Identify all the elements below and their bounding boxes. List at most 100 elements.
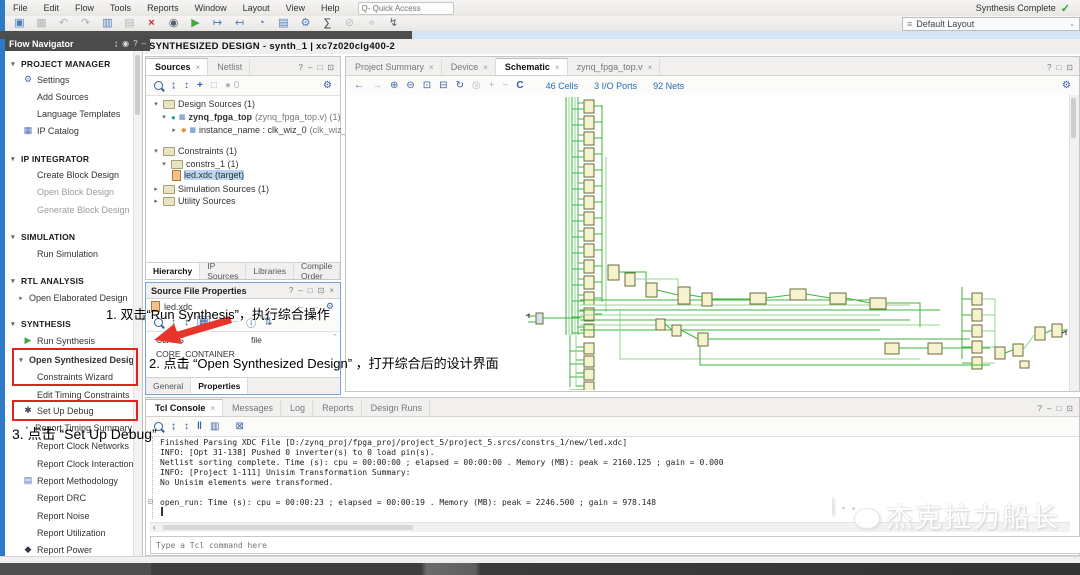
menu-reports[interactable]: Reports (139, 3, 187, 13)
quick-access-input[interactable] (358, 2, 454, 15)
nav-section-ip-integrator[interactable]: ▾ IP INTEGRATOR (5, 152, 137, 165)
zoom-selection-icon[interactable]: ⊟ (439, 80, 447, 91)
menu-layout[interactable]: Layout (235, 3, 278, 13)
redo-icon[interactable]: ↷ (79, 17, 92, 30)
tab-ip-sources[interactable]: IP Sources (200, 263, 246, 279)
tab-hierarchy[interactable]: Hierarchy (146, 263, 200, 279)
timer-icon[interactable]: ◔ (255, 17, 268, 30)
settings-icon[interactable]: ⚙ (299, 17, 312, 30)
float-icon[interactable]: ⊡ (1066, 404, 1073, 413)
pause-output-icon[interactable]: ‖ (197, 421, 202, 432)
tab-reports[interactable]: Reports (313, 400, 362, 416)
tab-log[interactable]: Log (281, 400, 313, 416)
tab-device[interactable]: Device × (442, 59, 496, 75)
sources-settings-icon[interactable]: ⚙ (323, 80, 340, 91)
menu-flow[interactable]: Flow (67, 3, 102, 13)
paste-icon[interactable]: ▤ (123, 17, 136, 30)
tree-row-design-sources[interactable]: ▾ Design Sources (1) (152, 98, 255, 110)
menu-view[interactable]: View (278, 3, 313, 13)
cells-link[interactable]: 46 Cells (546, 81, 579, 91)
clear-console-icon[interactable]: ⊠ (235, 421, 243, 432)
tab-sources[interactable]: Sources × (146, 58, 208, 75)
zoom-out-icon[interactable]: ⊖ (406, 80, 414, 91)
tab-messages[interactable]: Messages (223, 400, 281, 416)
collapse-all-icon[interactable]: ↕ (184, 421, 189, 432)
help-icon[interactable]: ? (289, 286, 293, 295)
maximize-icon[interactable]: □ (1056, 63, 1061, 72)
zoom-fit-icon[interactable]: ⊡ (423, 80, 431, 91)
scroll-left-icon[interactable]: ‹ (150, 523, 159, 532)
tab-zynq-fpga-top-v[interactable]: zynq_fpga_top.v × (568, 59, 661, 75)
search-icon[interactable] (154, 81, 163, 90)
step-out-icon[interactable]: ↤ (233, 17, 246, 30)
close-icon[interactable]: × (648, 63, 653, 72)
help-icon[interactable]: ? (299, 63, 303, 72)
scroll-up-icon[interactable]: ⌃ (332, 333, 338, 341)
undo-icon[interactable]: ↶ (57, 17, 70, 30)
tree-row-simulation-sources[interactable]: ▸ Simulation Sources (1) (152, 183, 269, 195)
nav-section-simulation[interactable]: ▾ SIMULATION (5, 230, 137, 243)
tree-row-top-module[interactable]: ▾ ● ▦ zynq_fpga_top (zynq_fpga_top.v) (1… (160, 111, 341, 123)
step-into-icon[interactable]: ↦ (211, 17, 224, 30)
autofit-icon[interactable]: ↻ (456, 80, 464, 91)
minimize-icon[interactable]: – (1047, 404, 1051, 413)
tree-row-constraints[interactable]: ▾ Constraints (1) (152, 145, 237, 157)
nav-dock-icon[interactable]: ↨ (114, 39, 118, 48)
nav-item-set-up-debug[interactable]: ✱ Set Up Debug (5, 404, 151, 417)
expand-all-icon[interactable]: ↨ (171, 80, 176, 91)
help-icon[interactable]: ? (1047, 63, 1051, 72)
tab-tcl-console[interactable]: Tcl Console × (146, 399, 223, 416)
menu-file[interactable]: File (5, 3, 36, 13)
tree-row-clk-wiz-instance[interactable]: ▸ ◆ ▦ instance_name : clk_wiz_0 (clk_wiz… (170, 124, 368, 136)
minimize-icon[interactable]: – (308, 63, 312, 72)
zoom-in-icon[interactable]: ⊕ (390, 80, 398, 91)
run-icon[interactable]: ▶ (189, 17, 202, 30)
tab-libraries[interactable]: Libraries (246, 263, 294, 279)
close-icon[interactable]: × (329, 286, 334, 295)
nav-help-icon[interactable]: ? (133, 39, 137, 48)
close-icon[interactable]: × (555, 63, 560, 72)
checklist-icon[interactable]: ▤ (277, 17, 290, 30)
nets-link[interactable]: 92 Nets (653, 81, 684, 91)
maximize-icon[interactable]: □ (308, 286, 313, 295)
help-icon[interactable]: ? (1038, 404, 1042, 413)
nav-section-rtl-analysis[interactable]: ▾ RTL ANALYSIS (5, 274, 137, 287)
collapse-all-icon[interactable]: ↕ (184, 80, 189, 91)
copy-icon[interactable]: ▥ (101, 17, 114, 30)
save-icon[interactable]: ▦ (35, 17, 48, 30)
float-icon[interactable]: ⊡ (327, 63, 334, 72)
find-icon[interactable]: ◉ (167, 17, 180, 30)
copy-output-icon[interactable]: ▥ (210, 421, 219, 432)
nav-item-open-synthesized-design[interactable]: ▾ Open Synthesized Design (5, 353, 145, 366)
tab-compile-order[interactable]: Compile Order (294, 263, 340, 279)
close-icon[interactable]: × (196, 63, 201, 72)
tab-design-runs[interactable]: Design Runs (362, 400, 431, 416)
close-icon[interactable]: × (483, 63, 488, 72)
schematic-settings-icon[interactable]: ⚙ (1062, 80, 1079, 91)
float-icon[interactable]: ⊡ (318, 286, 325, 295)
regenerate-icon[interactable]: C (516, 80, 523, 91)
tab-schematic[interactable]: Schematic × (496, 58, 568, 75)
close-icon[interactable]: × (210, 404, 215, 413)
close-icon[interactable]: × (429, 63, 434, 72)
tree-row-utility-sources[interactable]: ▸ Utility Sources (152, 195, 236, 207)
nav-item-report-power[interactable]: ◆ Report Power (5, 543, 151, 556)
wand-icon[interactable]: ↯ (387, 17, 400, 30)
io-ports-link[interactable]: 3 I/O Ports (594, 81, 637, 91)
menu-tools[interactable]: Tools (102, 3, 139, 13)
sigma-icon[interactable]: ∑ (321, 17, 334, 30)
minimize-icon[interactable]: – (298, 286, 302, 295)
nav-pin-icon[interactable]: ◉ (122, 39, 129, 48)
expand-all-icon[interactable]: ↨ (171, 421, 176, 432)
nav-item-settings[interactable]: ⚙ Settings (5, 73, 151, 86)
tree-row-led-xdc[interactable]: led.xdc (target) (172, 169, 244, 181)
tab-general[interactable]: General (146, 378, 191, 394)
close-design-icon[interactable]: × (145, 17, 158, 30)
tab-project-summary[interactable]: Project Summary × (346, 59, 442, 75)
open-project-icon[interactable]: ▣ (13, 17, 26, 30)
schematic-vscrollbar[interactable] (1069, 95, 1079, 391)
tcl-command-input[interactable] (150, 536, 1080, 554)
tab-netlist[interactable]: Netlist (208, 59, 250, 75)
maximize-icon[interactable]: □ (1056, 404, 1061, 413)
nav-item-ip-catalog[interactable]: ▦ IP Catalog (5, 124, 151, 137)
